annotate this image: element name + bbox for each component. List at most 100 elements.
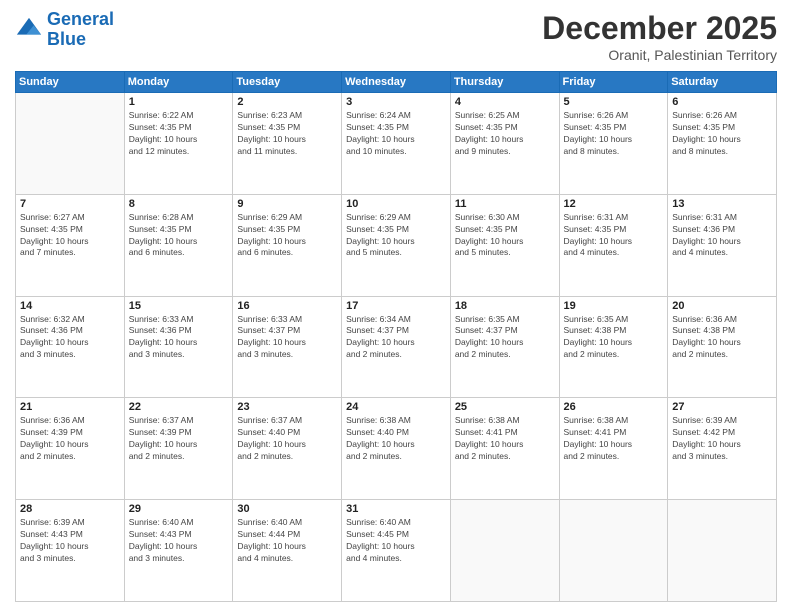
day-info: Sunrise: 6:29 AM Sunset: 4:35 PM Dayligh… <box>346 212 446 260</box>
calendar-cell: 15Sunrise: 6:33 AM Sunset: 4:36 PM Dayli… <box>124 296 233 398</box>
day-number: 9 <box>237 198 337 210</box>
calendar-cell: 21Sunrise: 6:36 AM Sunset: 4:39 PM Dayli… <box>16 398 125 500</box>
day-info: Sunrise: 6:33 AM Sunset: 4:36 PM Dayligh… <box>129 314 229 362</box>
day-info: Sunrise: 6:24 AM Sunset: 4:35 PM Dayligh… <box>346 110 446 158</box>
page: General Blue December 2025 Oranit, Pales… <box>0 0 792 612</box>
calendar-cell: 9 Sunrise: 6:29 AM Sunset: 4:35 PM Daylig… <box>233 194 342 296</box>
day-number: 31 <box>346 503 446 515</box>
location-subtitle: Oranit, Palestinian Territory <box>542 47 777 63</box>
day-info: Sunrise: 6:38 AM Sunset: 4:41 PM Dayligh… <box>564 415 664 463</box>
day-number: 17 <box>346 300 446 312</box>
day-info: Sunrise: 6:35 AM Sunset: 4:37 PM Dayligh… <box>455 314 555 362</box>
col-header-thursday: Thursday <box>450 72 559 93</box>
calendar-cell: 13Sunrise: 6:31 AM Sunset: 4:36 PM Dayli… <box>668 194 777 296</box>
day-info: Sunrise: 6:22 AM Sunset: 4:35 PM Dayligh… <box>129 110 229 158</box>
day-number: 4 <box>455 96 555 108</box>
calendar-cell: 5 Sunrise: 6:26 AM Sunset: 4:35 PM Daylig… <box>559 93 668 195</box>
calendar-cell: 20 Sunrise: 6:36 AM Sunset: 4:38 PM Dayli… <box>668 296 777 398</box>
day-info: Sunrise: 6:32 AM Sunset: 4:36 PM Dayligh… <box>20 314 120 362</box>
day-number: 26 <box>564 401 664 413</box>
calendar-cell: 25 Sunrise: 6:38 AM Sunset: 4:41 PM Dayli… <box>450 398 559 500</box>
day-number: 18 <box>455 300 555 312</box>
logo-text: General Blue <box>47 10 114 50</box>
day-info: Sunrise: 6:30 AM Sunset: 4:35 PM Dayligh… <box>455 212 555 260</box>
day-info: Sunrise: 6:33 AM Sunset: 4:37 PM Dayligh… <box>237 314 337 362</box>
day-number: 20 <box>672 300 772 312</box>
calendar-week-5: 28 Sunrise: 6:39 AM Sunset: 4:43 PM Dayli… <box>16 500 777 602</box>
day-number: 5 <box>564 96 664 108</box>
day-number: 10 <box>346 198 446 210</box>
calendar-cell <box>559 500 668 602</box>
day-info: Sunrise: 6:29 AM Sunset: 4:35 PM Dayligh… <box>237 212 337 260</box>
day-info: Sunrise: 6:40 AM Sunset: 4:43 PM Dayligh… <box>129 517 229 565</box>
calendar-cell: 24 Sunrise: 6:38 AM Sunset: 4:40 PM Dayli… <box>342 398 451 500</box>
day-info: Sunrise: 6:36 AM Sunset: 4:38 PM Dayligh… <box>672 314 772 362</box>
col-header-tuesday: Tuesday <box>233 72 342 93</box>
day-number: 12 <box>564 198 664 210</box>
day-number: 22 <box>129 401 229 413</box>
logo-line2: Blue <box>47 29 86 49</box>
day-info: Sunrise: 6:27 AM Sunset: 4:35 PM Dayligh… <box>20 212 120 260</box>
month-title: December 2025 <box>542 10 777 47</box>
calendar-cell: 10 Sunrise: 6:29 AM Sunset: 4:35 PM Dayli… <box>342 194 451 296</box>
day-info: Sunrise: 6:34 AM Sunset: 4:37 PM Dayligh… <box>346 314 446 362</box>
day-number: 3 <box>346 96 446 108</box>
logo-line1: General <box>47 9 114 29</box>
day-number: 16 <box>237 300 337 312</box>
col-header-sunday: Sunday <box>16 72 125 93</box>
calendar-cell: 29 Sunrise: 6:40 AM Sunset: 4:43 PM Dayli… <box>124 500 233 602</box>
calendar-cell: 3 Sunrise: 6:24 AM Sunset: 4:35 PM Daylig… <box>342 93 451 195</box>
calendar-cell <box>668 500 777 602</box>
day-info: Sunrise: 6:40 AM Sunset: 4:44 PM Dayligh… <box>237 517 337 565</box>
day-info: Sunrise: 6:38 AM Sunset: 4:41 PM Dayligh… <box>455 415 555 463</box>
calendar-table: SundayMondayTuesdayWednesdayThursdayFrid… <box>15 71 777 602</box>
calendar-cell <box>450 500 559 602</box>
day-info: Sunrise: 6:35 AM Sunset: 4:38 PM Dayligh… <box>564 314 664 362</box>
day-number: 2 <box>237 96 337 108</box>
day-info: Sunrise: 6:28 AM Sunset: 4:35 PM Dayligh… <box>129 212 229 260</box>
day-info: Sunrise: 6:38 AM Sunset: 4:40 PM Dayligh… <box>346 415 446 463</box>
calendar-cell: 18 Sunrise: 6:35 AM Sunset: 4:37 PM Dayli… <box>450 296 559 398</box>
day-info: Sunrise: 6:26 AM Sunset: 4:35 PM Dayligh… <box>564 110 664 158</box>
day-number: 14 <box>20 300 120 312</box>
day-info: Sunrise: 6:31 AM Sunset: 4:35 PM Dayligh… <box>564 212 664 260</box>
day-number: 24 <box>346 401 446 413</box>
day-info: Sunrise: 6:37 AM Sunset: 4:39 PM Dayligh… <box>129 415 229 463</box>
calendar-week-1: 1 Sunrise: 6:22 AM Sunset: 4:35 PM Daylig… <box>16 93 777 195</box>
day-number: 28 <box>20 503 120 515</box>
calendar-cell: 16 Sunrise: 6:33 AM Sunset: 4:37 PM Dayli… <box>233 296 342 398</box>
day-info: Sunrise: 6:40 AM Sunset: 4:45 PM Dayligh… <box>346 517 446 565</box>
calendar-cell: 17 Sunrise: 6:34 AM Sunset: 4:37 PM Dayli… <box>342 296 451 398</box>
calendar-cell: 12 Sunrise: 6:31 AM Sunset: 4:35 PM Dayli… <box>559 194 668 296</box>
calendar-cell: 7 Sunrise: 6:27 AM Sunset: 4:35 PM Daylig… <box>16 194 125 296</box>
day-number: 19 <box>564 300 664 312</box>
calendar-cell: 4 Sunrise: 6:25 AM Sunset: 4:35 PM Daylig… <box>450 93 559 195</box>
calendar-week-4: 21Sunrise: 6:36 AM Sunset: 4:39 PM Dayli… <box>16 398 777 500</box>
calendar-cell: 26 Sunrise: 6:38 AM Sunset: 4:41 PM Dayli… <box>559 398 668 500</box>
day-info: Sunrise: 6:25 AM Sunset: 4:35 PM Dayligh… <box>455 110 555 158</box>
col-header-wednesday: Wednesday <box>342 72 451 93</box>
calendar-cell: 8 Sunrise: 6:28 AM Sunset: 4:35 PM Daylig… <box>124 194 233 296</box>
day-number: 25 <box>455 401 555 413</box>
day-number: 8 <box>129 198 229 210</box>
calendar-cell: 1 Sunrise: 6:22 AM Sunset: 4:35 PM Daylig… <box>124 93 233 195</box>
day-number: 1 <box>129 96 229 108</box>
day-number: 29 <box>129 503 229 515</box>
day-info: Sunrise: 6:37 AM Sunset: 4:40 PM Dayligh… <box>237 415 337 463</box>
calendar-cell: 14 Sunrise: 6:32 AM Sunset: 4:36 PM Dayli… <box>16 296 125 398</box>
calendar-cell: 22 Sunrise: 6:37 AM Sunset: 4:39 PM Dayli… <box>124 398 233 500</box>
day-number: 11 <box>455 198 555 210</box>
day-info: Sunrise: 6:31 AM Sunset: 4:36 PM Dayligh… <box>672 212 772 260</box>
day-info: Sunrise: 6:26 AM Sunset: 4:35 PM Dayligh… <box>672 110 772 158</box>
day-info: Sunrise: 6:39 AM Sunset: 4:43 PM Dayligh… <box>20 517 120 565</box>
header: General Blue December 2025 Oranit, Pales… <box>15 10 777 63</box>
calendar-cell: 6Sunrise: 6:26 AM Sunset: 4:35 PM Daylig… <box>668 93 777 195</box>
calendar-cell: 31 Sunrise: 6:40 AM Sunset: 4:45 PM Dayli… <box>342 500 451 602</box>
calendar-cell: 23Sunrise: 6:37 AM Sunset: 4:40 PM Dayli… <box>233 398 342 500</box>
col-header-friday: Friday <box>559 72 668 93</box>
day-number: 30 <box>237 503 337 515</box>
calendar-cell: 28 Sunrise: 6:39 AM Sunset: 4:43 PM Dayli… <box>16 500 125 602</box>
day-info: Sunrise: 6:36 AM Sunset: 4:39 PM Dayligh… <box>20 415 120 463</box>
day-number: 7 <box>20 198 120 210</box>
calendar-cell: 2Sunrise: 6:23 AM Sunset: 4:35 PM Daylig… <box>233 93 342 195</box>
